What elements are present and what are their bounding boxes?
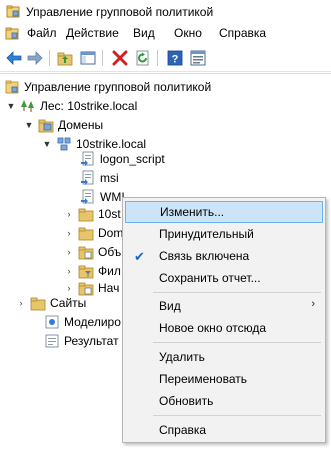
context-menu-enforced[interactable]: Принудительный xyxy=(125,223,323,245)
tree-node-ou[interactable]: › 10st xyxy=(64,204,121,224)
properties-icon xyxy=(190,50,206,66)
gpmc-root-icon xyxy=(5,80,19,94)
tree-node-gpo-msi[interactable]: msi xyxy=(80,168,119,188)
gpo-label: WMI xyxy=(100,190,125,204)
refresh-button[interactable] xyxy=(134,49,152,67)
expand-chevron-icon[interactable]: › xyxy=(64,228,74,238)
tree-domains-label: Домены xyxy=(58,118,104,132)
tree-node-domains[interactable]: ▼ Домены xyxy=(24,115,103,135)
gpmc-app-icon xyxy=(6,5,20,18)
submenu-arrow-icon: › xyxy=(311,298,315,310)
domain-icon xyxy=(57,137,71,151)
refresh-icon xyxy=(136,50,149,66)
show-hide-tree-button[interactable] xyxy=(79,49,97,67)
gpo-label: logon_script xyxy=(100,152,165,166)
help-button[interactable]: ? xyxy=(166,49,184,67)
gp-results-icon xyxy=(45,334,59,348)
checkmark-icon: ✔ xyxy=(134,249,145,264)
context-menu-edit[interactable]: Изменить... xyxy=(125,201,323,223)
gpo-link-icon xyxy=(81,170,94,185)
wmi-filters-folder-icon xyxy=(78,265,94,279)
expand-chevron-icon[interactable]: › xyxy=(64,209,74,219)
menu-action[interactable]: Действие xyxy=(64,26,121,40)
ou-label: Dom xyxy=(98,226,124,240)
expand-chevron-icon[interactable]: › xyxy=(64,247,74,257)
ou-folder-icon xyxy=(78,208,94,222)
menu-help[interactable]: Справка xyxy=(217,26,268,40)
gpo-objects-folder-icon xyxy=(78,246,94,260)
ou-label: Фил xyxy=(98,264,121,278)
context-menu-separator xyxy=(153,292,321,293)
tree-root-label: Управление групповой политикой xyxy=(24,80,212,94)
tree-node-gpo-logon-script[interactable]: logon_script xyxy=(80,149,165,169)
forest-icon xyxy=(21,100,34,112)
back-button[interactable] xyxy=(5,49,23,67)
tree-node-sites[interactable]: › Сайты xyxy=(16,293,86,313)
sites-folder-icon xyxy=(30,297,46,311)
gp-modeling-icon xyxy=(45,315,59,329)
delete-icon xyxy=(112,50,128,66)
tree-node-root[interactable]: Управление групповой политикой xyxy=(4,77,211,97)
toolbar-separator xyxy=(102,50,103,66)
tree-results-label: Результат xyxy=(64,334,119,348)
tree-sites-label: Сайты xyxy=(50,296,87,310)
up-level-button[interactable] xyxy=(56,49,74,67)
context-menu-separator xyxy=(153,342,321,343)
context-menu-rename[interactable]: Переименовать xyxy=(125,368,323,390)
toolbar-separator xyxy=(49,50,50,66)
context-menu-help[interactable]: Справка xyxy=(125,419,323,441)
tree-modeling-label: Моделиро xyxy=(64,315,121,329)
tree-node-ou[interactable]: › Dom xyxy=(64,223,123,243)
menu-bar: Файл Действие Вид Окно Справка xyxy=(0,24,331,43)
context-menu-save-report[interactable]: Сохранить отчет... xyxy=(125,267,323,289)
context-menu-refresh[interactable]: Обновить xyxy=(125,390,323,412)
context-menu-delete[interactable]: Удалить xyxy=(125,346,323,368)
expand-chevron-icon[interactable]: › xyxy=(64,266,74,276)
menu-file[interactable]: Файл xyxy=(25,26,59,40)
gpo-label: msi xyxy=(100,171,119,185)
ou-label: Объ xyxy=(98,245,122,259)
forward-button[interactable] xyxy=(26,49,44,67)
menu-view[interactable]: Вид xyxy=(131,26,157,40)
gpmc-window: Управление групповой политикой Файл Дейс… xyxy=(0,0,331,468)
gpo-link-icon xyxy=(81,151,94,166)
tree-node-modeling[interactable]: Моделиро xyxy=(44,312,121,332)
context-menu-link-enabled[interactable]: ✔ Связь включена xyxy=(125,245,323,267)
tree-forest-label: Лес: 10strike.local xyxy=(40,99,138,113)
collapse-chevron-icon[interactable]: ▼ xyxy=(6,101,16,111)
delete-button[interactable] xyxy=(111,49,129,67)
tree-node-ou[interactable]: › Объ xyxy=(64,242,121,262)
toolbar-separator xyxy=(157,50,158,66)
collapse-chevron-icon[interactable]: ▼ xyxy=(24,120,34,130)
title-bar: Управление групповой политикой xyxy=(0,0,331,24)
tree-node-results[interactable]: Результат xyxy=(44,331,119,351)
properties-button[interactable] xyxy=(189,49,207,67)
svg-text:?: ? xyxy=(172,54,179,66)
context-menu-separator xyxy=(153,415,321,416)
show-hide-tree-icon xyxy=(80,51,96,65)
ou-label: 10st xyxy=(98,207,121,221)
context-menu: Изменить... Принудительный ✔ Связь включ… xyxy=(122,197,326,443)
domains-folder-icon xyxy=(38,119,54,133)
up-folder-icon xyxy=(57,52,73,66)
forward-arrow-icon xyxy=(27,51,43,65)
toolbar: ? xyxy=(0,44,331,72)
collapse-chevron-icon[interactable]: ▼ xyxy=(42,139,52,149)
tree-node-forest[interactable]: ▼ Лес: 10strike.local xyxy=(6,96,138,116)
expand-chevron-icon[interactable]: › xyxy=(64,283,74,293)
expand-chevron-icon[interactable]: › xyxy=(16,298,26,308)
window-title: Управление групповой политикой xyxy=(26,5,214,19)
menu-window[interactable]: Окно xyxy=(172,26,204,40)
context-menu-view[interactable]: Вид › xyxy=(125,295,323,317)
gpo-link-icon xyxy=(81,189,94,204)
back-arrow-icon xyxy=(6,51,22,65)
context-menu-new-window[interactable]: Новое окно отсюда xyxy=(125,317,323,339)
system-menu-icon[interactable] xyxy=(5,27,19,40)
ou-folder-icon xyxy=(78,227,94,241)
ou-label: Нач xyxy=(98,281,120,295)
help-icon: ? xyxy=(167,50,183,66)
